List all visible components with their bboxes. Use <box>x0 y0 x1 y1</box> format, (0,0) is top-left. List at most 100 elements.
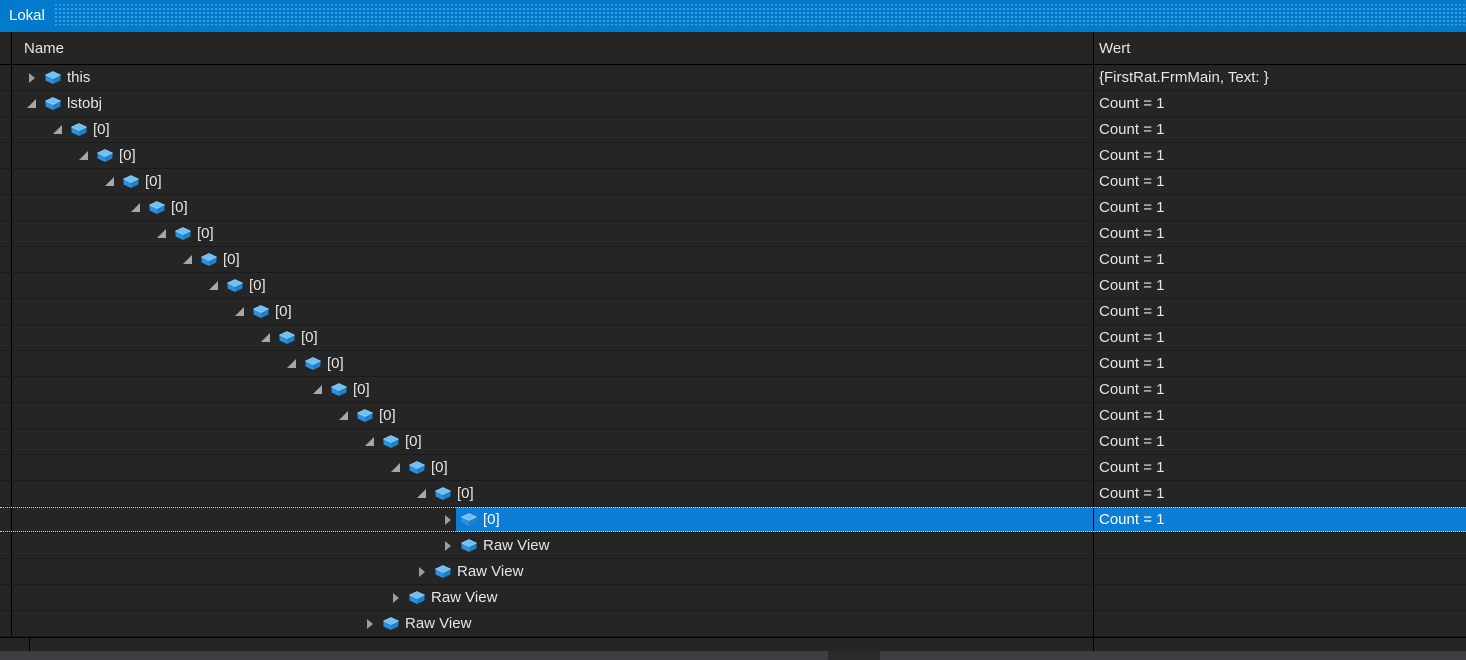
cell-name[interactable]: [0] <box>12 481 1094 506</box>
cell-value[interactable]: Count = 1 <box>1094 273 1466 298</box>
table-row[interactable]: [0] Count = 1 <box>0 351 1466 377</box>
cell-name[interactable]: [0] <box>12 273 1094 298</box>
expander-expanded-icon[interactable] <box>102 169 118 194</box>
cell-value[interactable]: Count = 1 <box>1094 169 1466 194</box>
tree-node-content[interactable]: [0] <box>300 351 350 376</box>
expander-collapsed-icon[interactable] <box>440 507 456 532</box>
table-row[interactable]: Raw View <box>0 611 1466 637</box>
tree-node-content[interactable]: [0] <box>66 117 116 142</box>
expander-expanded-icon[interactable] <box>362 429 378 454</box>
tree-node-content[interactable]: [0] <box>92 143 142 168</box>
cell-name[interactable]: Raw View <box>12 585 1094 610</box>
tree-node-content[interactable]: [0] <box>248 299 298 324</box>
cell-name[interactable]: [0] <box>12 195 1094 220</box>
expander-expanded-icon[interactable] <box>414 481 430 506</box>
tree-node-content[interactable]: Raw View <box>456 533 555 558</box>
expander-collapsed-icon[interactable] <box>440 533 456 558</box>
cell-name[interactable]: [0] <box>12 247 1094 272</box>
table-row[interactable]: [0] Count = 1 <box>0 403 1466 429</box>
table-row[interactable]: Raw View <box>0 585 1466 611</box>
cell-name[interactable]: [0] <box>12 325 1094 350</box>
expander-expanded-icon[interactable] <box>154 221 170 246</box>
cell-value[interactable]: Count = 1 <box>1094 117 1466 142</box>
cell-value[interactable] <box>1094 611 1466 636</box>
tree-node-content[interactable]: Raw View <box>404 585 503 610</box>
cell-value[interactable]: Count = 1 <box>1094 195 1466 220</box>
tree-node-content[interactable]: this <box>40 65 96 90</box>
table-row[interactable]: lstobj Count = 1 <box>0 91 1466 117</box>
tree-node-content[interactable]: [0] <box>170 221 220 246</box>
horizontal-scrollbar[interactable] <box>0 651 1466 660</box>
expander-collapsed-icon[interactable] <box>414 559 430 584</box>
table-row[interactable]: this {FirstRat.FrmMain, Text: } <box>0 65 1466 91</box>
cell-value[interactable]: Count = 1 <box>1094 351 1466 376</box>
table-row[interactable]: [0] Count = 1 <box>0 195 1466 221</box>
tree-node-content[interactable]: [0] <box>274 325 324 350</box>
tool-window-title-bar[interactable]: Lokal <box>0 0 1466 32</box>
cell-name[interactable]: [0] <box>12 143 1094 168</box>
table-row[interactable]: [0] Count = 1 <box>0 221 1466 247</box>
title-bar-drag-grip[interactable] <box>54 0 1466 32</box>
table-row[interactable]: [0] Count = 1 <box>0 377 1466 403</box>
expander-expanded-icon[interactable] <box>310 377 326 402</box>
tree-node-content[interactable]: Raw View <box>430 559 529 584</box>
cell-name[interactable]: Raw View <box>12 559 1094 584</box>
table-row[interactable]: [0] Count = 1 <box>0 169 1466 195</box>
cell-name[interactable]: Raw View <box>12 611 1094 636</box>
table-row[interactable]: [0] Count = 1 <box>0 455 1466 481</box>
cell-name[interactable]: lstobj <box>12 91 1094 116</box>
cell-value[interactable]: Count = 1 <box>1094 507 1466 532</box>
cell-name[interactable]: [0] <box>12 403 1094 428</box>
expander-expanded-icon[interactable] <box>24 91 40 116</box>
cell-value[interactable]: {FirstRat.FrmMain, Text: } <box>1094 65 1466 90</box>
expander-expanded-icon[interactable] <box>76 143 92 168</box>
cell-name[interactable]: [0] <box>12 377 1094 402</box>
cell-name[interactable]: Raw View <box>12 533 1094 558</box>
cell-name[interactable]: [0] <box>12 429 1094 454</box>
tree-node-content[interactable]: [0] <box>118 169 168 194</box>
tree-node-content[interactable]: [0] <box>222 273 272 298</box>
cell-name[interactable]: [0] <box>12 455 1094 480</box>
expander-expanded-icon[interactable] <box>180 247 196 272</box>
table-row[interactable]: Raw View <box>0 559 1466 585</box>
table-row[interactable]: [0] Count = 1 <box>0 429 1466 455</box>
scrollbar-track-right[interactable] <box>880 651 1466 660</box>
expander-expanded-icon[interactable] <box>388 455 404 480</box>
expander-expanded-icon[interactable] <box>206 273 222 298</box>
table-row[interactable]: [0] Count = 1 <box>0 507 1466 533</box>
tree-node-content[interactable]: lstobj <box>40 91 108 116</box>
cell-name[interactable]: [0] <box>12 351 1094 376</box>
tree-node-content[interactable]: [0] <box>378 429 428 454</box>
cell-value[interactable] <box>1094 559 1466 584</box>
table-row[interactable]: [0] Count = 1 <box>0 143 1466 169</box>
tree-node-content[interactable]: [0] <box>326 377 376 402</box>
cell-value[interactable] <box>1094 533 1466 558</box>
expander-collapsed-icon[interactable] <box>24 65 40 90</box>
cell-value[interactable]: Count = 1 <box>1094 299 1466 324</box>
tree-node-content[interactable]: [0] <box>144 195 194 220</box>
tree-node-content[interactable]: [0] <box>196 247 246 272</box>
tree-node-content[interactable]: [0] <box>352 403 402 428</box>
cell-name[interactable]: this <box>12 65 1094 90</box>
table-row[interactable]: [0] Count = 1 <box>0 325 1466 351</box>
expander-expanded-icon[interactable] <box>50 117 66 142</box>
scrollbar-thumb[interactable] <box>828 651 880 660</box>
cell-value[interactable]: Count = 1 <box>1094 403 1466 428</box>
cell-value[interactable]: Count = 1 <box>1094 91 1466 116</box>
tree-node-content[interactable]: [0] <box>456 507 506 532</box>
cell-value[interactable]: Count = 1 <box>1094 143 1466 168</box>
cell-value[interactable]: Count = 1 <box>1094 455 1466 480</box>
tree-node-content[interactable]: [0] <box>430 481 480 506</box>
table-row[interactable]: [0] Count = 1 <box>0 117 1466 143</box>
expander-expanded-icon[interactable] <box>284 351 300 376</box>
cell-name[interactable]: [0] <box>12 169 1094 194</box>
expander-expanded-icon[interactable] <box>128 195 144 220</box>
table-row[interactable]: [0] Count = 1 <box>0 299 1466 325</box>
cell-name[interactable]: [0] <box>12 221 1094 246</box>
expander-expanded-icon[interactable] <box>258 325 274 350</box>
cell-name[interactable]: [0] <box>12 507 1094 532</box>
cell-name[interactable]: [0] <box>12 299 1094 324</box>
cell-value[interactable]: Count = 1 <box>1094 377 1466 402</box>
cell-value[interactable] <box>1094 585 1466 610</box>
expander-collapsed-icon[interactable] <box>388 585 404 610</box>
